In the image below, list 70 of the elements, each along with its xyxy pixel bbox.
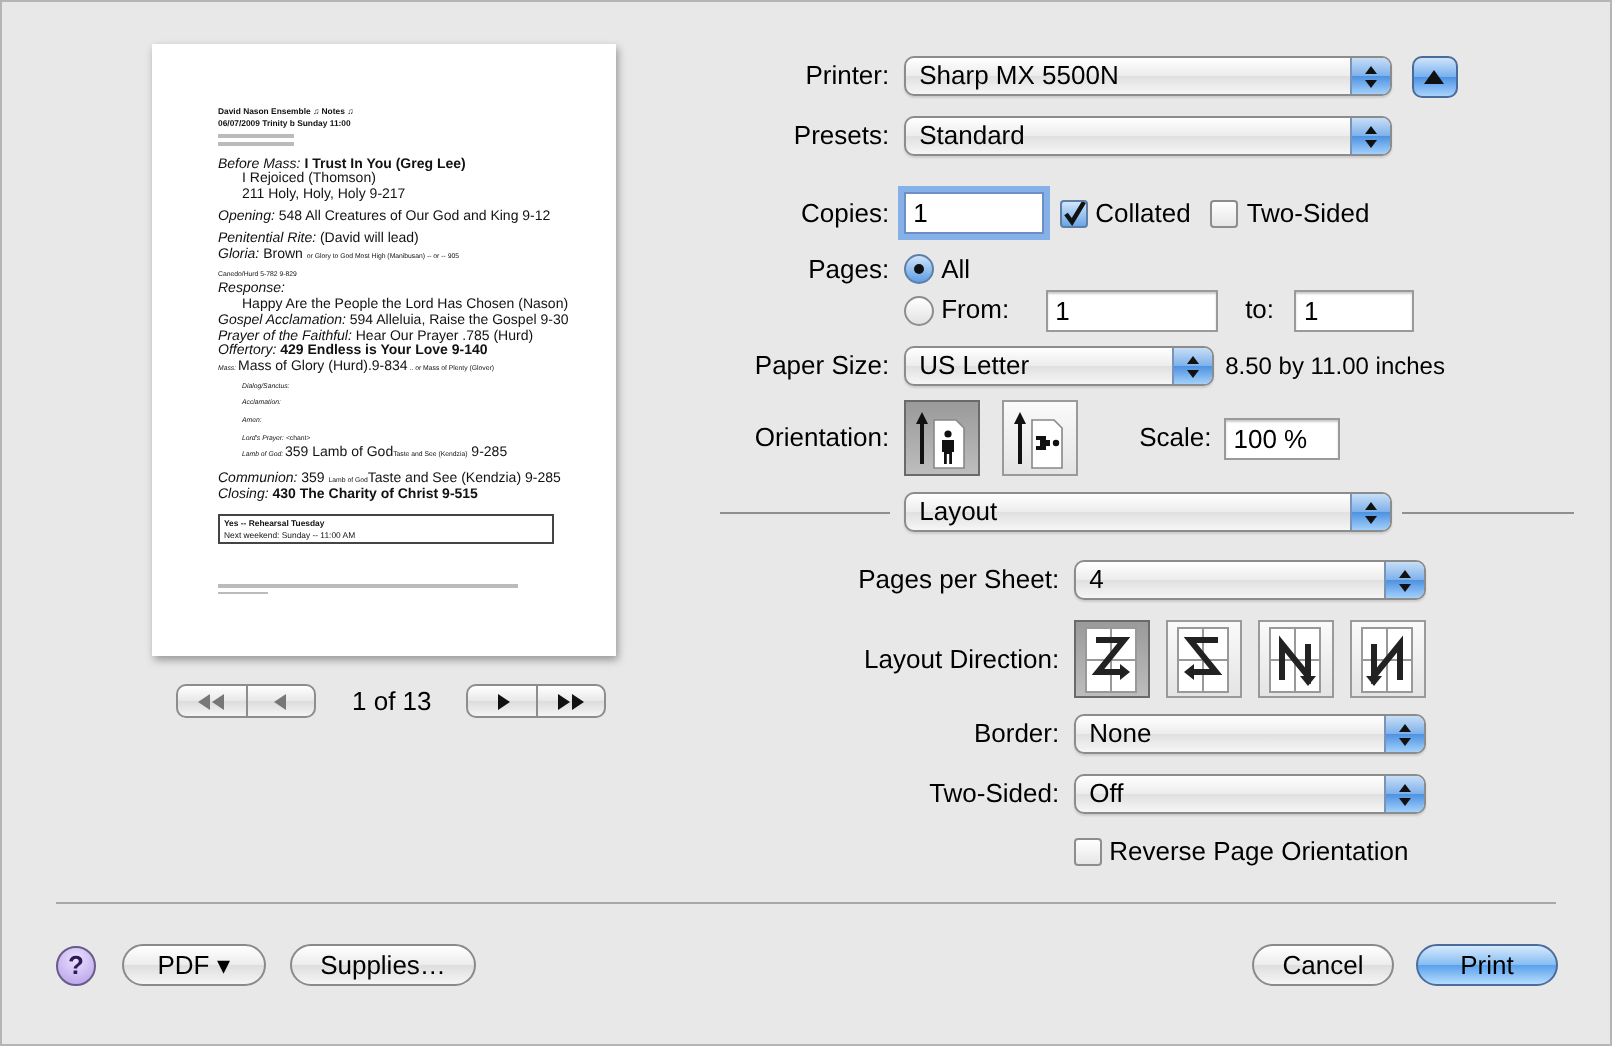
cancel-button[interactable]: Cancel — [1252, 944, 1394, 986]
scale-field[interactable]: 100 % — [1223, 417, 1340, 459]
page-indicator: 1 of 13 — [352, 684, 434, 720]
double-right-triangle-icon — [557, 693, 585, 710]
panel-popup[interactable]: Layout — [903, 492, 1392, 532]
orientation-button[interactable] — [903, 400, 980, 476]
page-navigation-control[interactable] — [466, 684, 606, 719]
field-label: Border: — [971, 716, 1060, 753]
illegible-text-line — [218, 142, 294, 146]
checkbox[interactable] — [1059, 199, 1088, 227]
supplies-button[interactable]: Supplies… — [290, 944, 476, 986]
landscape-page-icon — [1014, 407, 1065, 469]
field-label: Two-Sided: — [927, 776, 1060, 813]
updown-arrows-icon — [1397, 721, 1412, 747]
print-button[interactable]: Print — [1416, 944, 1558, 986]
checkbox[interactable] — [1210, 199, 1239, 227]
radio-label: From: — [941, 292, 1010, 329]
updown-arrows-icon — [1363, 499, 1378, 525]
field-label: Copies: — [799, 195, 890, 232]
page-order-icon — [1176, 625, 1231, 693]
radio-button[interactable] — [903, 295, 934, 325]
layout-direction-button[interactable] — [1165, 620, 1242, 698]
checkbox[interactable] — [1073, 838, 1102, 866]
paper-size-note: 8.50 by 11.00 inches — [1225, 350, 1445, 384]
printer-popup[interactable]: Sharp MX 5500N — [903, 56, 1392, 96]
double-left-triangle-icon — [198, 693, 226, 710]
two-sided-popup[interactable]: Off — [1073, 774, 1426, 814]
orientation-button[interactable] — [1001, 400, 1078, 476]
up-triangle-icon — [1424, 69, 1445, 83]
field-label: Pages per Sheet: — [856, 562, 1060, 599]
layout-direction-button[interactable] — [1257, 620, 1334, 698]
checkbox-label: Collated — [1095, 195, 1191, 232]
field-label: Presets: — [791, 118, 890, 155]
updown-arrows-icon — [1185, 353, 1200, 379]
checkmark-icon — [1061, 201, 1086, 225]
page-order-icon — [1268, 625, 1323, 693]
checkbox-label: Reverse Page Orientation — [1109, 834, 1409, 871]
portrait-page-icon — [916, 407, 967, 469]
layout-direction-button[interactable] — [1349, 620, 1426, 698]
border-popup[interactable]: None — [1073, 714, 1426, 754]
paper-size-popup[interactable]: US Letter — [903, 346, 1214, 386]
page-order-icon — [1084, 625, 1139, 693]
page-order-icon — [1360, 625, 1415, 693]
field-label: Pages: — [806, 251, 890, 288]
from-page-field[interactable]: 1 — [1045, 289, 1218, 331]
disclosure-button[interactable] — [1411, 55, 1458, 97]
field-label: Orientation: — [752, 420, 890, 457]
checkbox-label: Two-Sided — [1246, 195, 1370, 232]
radio-label: All — [941, 251, 971, 288]
to-page-field[interactable]: 1 — [1294, 289, 1415, 331]
illegible-text-line — [218, 591, 268, 594]
field-label: Paper Size: — [752, 348, 890, 385]
left-triangle-icon — [274, 693, 288, 710]
pages-per-sheet-popup[interactable]: 4 — [1073, 560, 1426, 600]
updown-arrows-icon — [1363, 123, 1378, 149]
right-triangle-icon — [495, 693, 509, 710]
pdf-button[interactable]: PDF ▾ — [122, 944, 266, 986]
help-button[interactable]: ? — [56, 945, 96, 985]
updown-arrows-icon — [1397, 567, 1412, 593]
illegible-text-line — [218, 134, 294, 138]
layout-direction-button[interactable] — [1073, 620, 1150, 698]
field-label: Scale: — [1139, 420, 1212, 457]
field-label: Printer: — [803, 58, 890, 95]
field-label: Layout Direction: — [862, 641, 1060, 678]
copies-field[interactable]: 1 — [903, 192, 1044, 234]
radio-button[interactable] — [903, 254, 934, 284]
updown-arrows-icon — [1397, 781, 1412, 807]
updown-arrows-icon — [1363, 63, 1378, 89]
field-label: to: — [1245, 292, 1275, 329]
presets-popup[interactable]: Standard — [903, 116, 1392, 156]
